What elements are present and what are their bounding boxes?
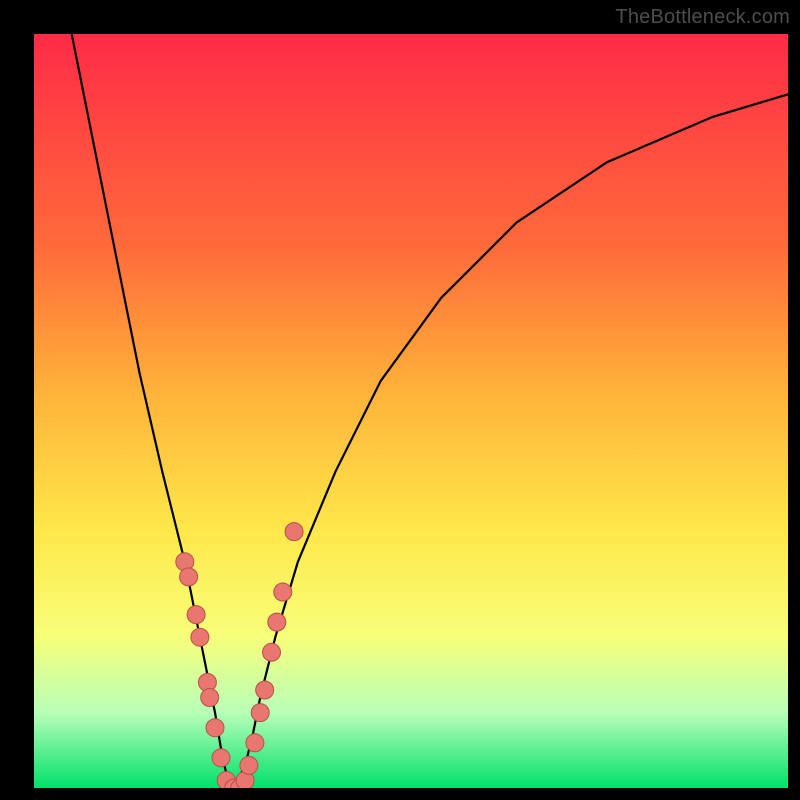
marker-point (256, 681, 274, 699)
marker-point (212, 749, 230, 767)
plot-area (34, 34, 788, 788)
marker-point (187, 606, 205, 624)
marker-point (206, 719, 224, 737)
marker-point (251, 704, 269, 722)
bottleneck-chart (34, 34, 788, 788)
marker-point (180, 568, 198, 586)
marker-point (201, 689, 219, 707)
marker-point (240, 756, 258, 774)
marker-point (268, 613, 286, 631)
marker-point (263, 643, 281, 661)
outer-frame: TheBottleneck.com (0, 0, 800, 800)
gradient-background (34, 34, 788, 788)
marker-point (246, 734, 264, 752)
watermark-text: TheBottleneck.com (615, 6, 790, 29)
marker-point (274, 583, 292, 601)
marker-point (285, 523, 303, 541)
marker-point (191, 628, 209, 646)
